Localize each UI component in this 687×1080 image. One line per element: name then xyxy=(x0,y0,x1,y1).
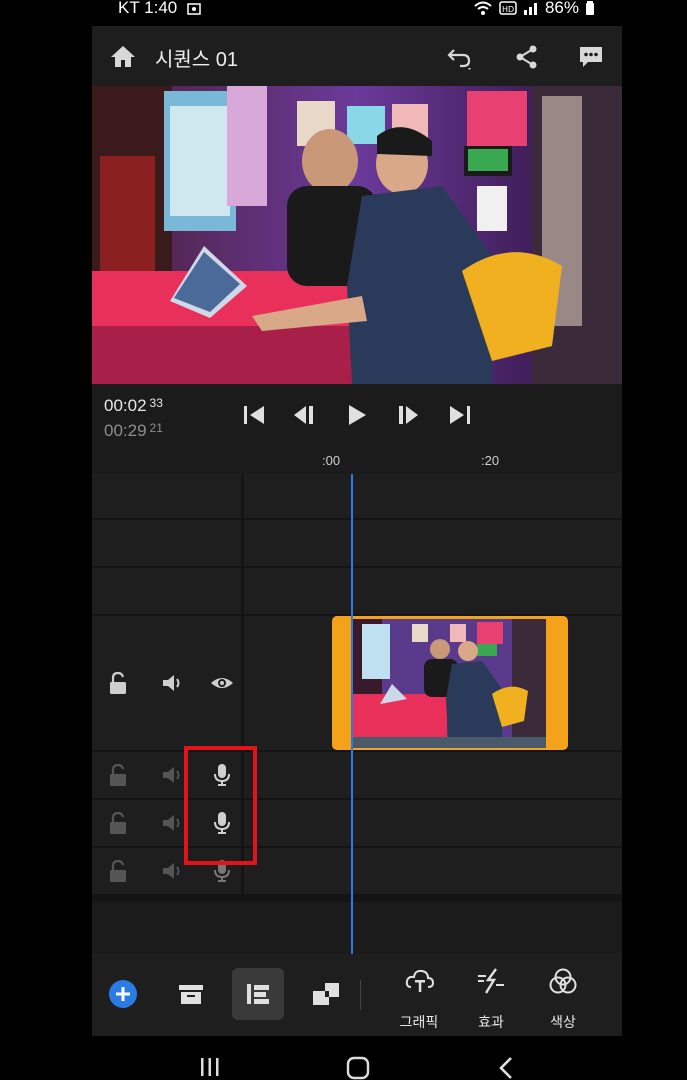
next-frame-icon[interactable] xyxy=(394,404,420,426)
status-indicators: HD 86% xyxy=(473,0,595,18)
hd-voice-icon: HD xyxy=(499,1,517,15)
recent-apps-icon[interactable] xyxy=(198,1056,222,1078)
undo-icon[interactable] xyxy=(446,44,472,70)
unlock-icon[interactable] xyxy=(106,811,130,835)
track-header xyxy=(92,568,244,614)
premiere-rush-app: 시퀀스 01 00:02 33 00:29 21:00:20 그래픽 효과 … xyxy=(92,26,622,1036)
color-button[interactable] xyxy=(537,964,589,998)
track-row-graphics-3[interactable] xyxy=(92,568,622,616)
eye-icon[interactable] xyxy=(210,671,234,695)
effects-icon xyxy=(478,968,504,994)
current-timecode: 00:02 33 xyxy=(104,396,163,416)
total-time: 00:29 xyxy=(104,421,147,440)
signal-icon xyxy=(523,3,537,15)
clip-audio-bar xyxy=(352,737,546,748)
previous-frame-icon[interactable] xyxy=(292,404,318,426)
crop-transform-icon xyxy=(313,983,339,1005)
clip-thumbnail xyxy=(352,619,546,737)
play-icon[interactable] xyxy=(344,404,370,426)
wifi-icon xyxy=(474,1,492,15)
share-icon[interactable] xyxy=(514,44,540,70)
status-bar: KT 1:40 HD 86% xyxy=(0,0,687,22)
current-frames: 33 xyxy=(149,396,163,410)
color-label: 색상 xyxy=(550,1014,576,1030)
track-header xyxy=(92,520,244,566)
effects-label: 효과 xyxy=(478,1014,504,1030)
unlock-icon[interactable] xyxy=(106,671,130,695)
speaker-icon[interactable] xyxy=(160,811,184,835)
system-nav-bar xyxy=(0,1040,687,1080)
back-icon[interactable] xyxy=(496,1056,516,1080)
skip-to-end-icon[interactable] xyxy=(446,404,472,426)
tracks-icon xyxy=(247,984,269,1004)
video-frame-image xyxy=(92,86,622,384)
color-icon xyxy=(549,968,577,994)
status-carrier-time: KT 1:40 xyxy=(118,0,202,18)
comment-icon[interactable] xyxy=(578,44,604,70)
current-time: 00:02 xyxy=(104,396,147,415)
project-media-button[interactable] xyxy=(165,968,217,1020)
speaker-icon[interactable] xyxy=(160,671,184,695)
toolbar-separator xyxy=(360,980,361,1010)
timeline-tracks-button[interactable] xyxy=(232,968,284,1020)
track-row-graphics-1[interactable] xyxy=(92,474,622,520)
clock-text: KT 1:40 xyxy=(118,0,178,17)
ruler-mark-00: :00 xyxy=(322,453,341,468)
track-row-audio-1[interactable] xyxy=(92,752,622,800)
unlock-icon[interactable] xyxy=(106,859,130,883)
battery-icon xyxy=(586,1,594,15)
video-clip[interactable] xyxy=(332,616,568,750)
speaker-icon[interactable] xyxy=(160,859,184,883)
skip-to-start-icon[interactable] xyxy=(242,404,268,426)
total-duration: 00:29 21 xyxy=(104,421,163,441)
track-header xyxy=(92,474,244,518)
add-media-button[interactable] xyxy=(97,968,149,1020)
home-icon[interactable] xyxy=(110,44,136,68)
unlock-icon[interactable] xyxy=(106,763,130,787)
graphics-label: 그래픽 xyxy=(399,1014,439,1030)
battery-percent: 86% xyxy=(544,0,579,17)
ruler-mark-20: :20 xyxy=(481,453,500,468)
video-track-header xyxy=(92,616,244,750)
sequence-title: 시퀀스 01 xyxy=(155,49,239,71)
svg-text:HD: HD xyxy=(502,5,514,14)
transform-button[interactable] xyxy=(300,968,352,1020)
graphics-button[interactable] xyxy=(394,964,446,998)
timeline-tracks[interactable] xyxy=(92,474,622,902)
add-icon xyxy=(109,980,137,1008)
video-preview[interactable] xyxy=(92,86,622,384)
track-row-audio-3[interactable] xyxy=(92,848,622,896)
playhead[interactable] xyxy=(351,474,353,954)
clip-thumbnail-image xyxy=(352,619,546,737)
screenshot-icon xyxy=(187,2,201,15)
timeline-ruler[interactable]: :00 :20 xyxy=(92,448,622,474)
archive-icon xyxy=(179,985,203,1004)
top-bar: 시퀀스 01 xyxy=(92,26,622,86)
graphics-icon xyxy=(405,969,435,992)
track-row-graphics-2[interactable] xyxy=(92,520,622,568)
home-nav-icon[interactable] xyxy=(346,1056,370,1080)
total-frames: 21 xyxy=(149,421,163,435)
speaker-icon[interactable] xyxy=(160,763,184,787)
track-row-audio-2[interactable] xyxy=(92,800,622,848)
highlight-box xyxy=(184,746,257,865)
effects-button[interactable] xyxy=(465,964,517,998)
bottom-toolbar: 그래픽 효과 색상 xyxy=(92,954,622,1036)
